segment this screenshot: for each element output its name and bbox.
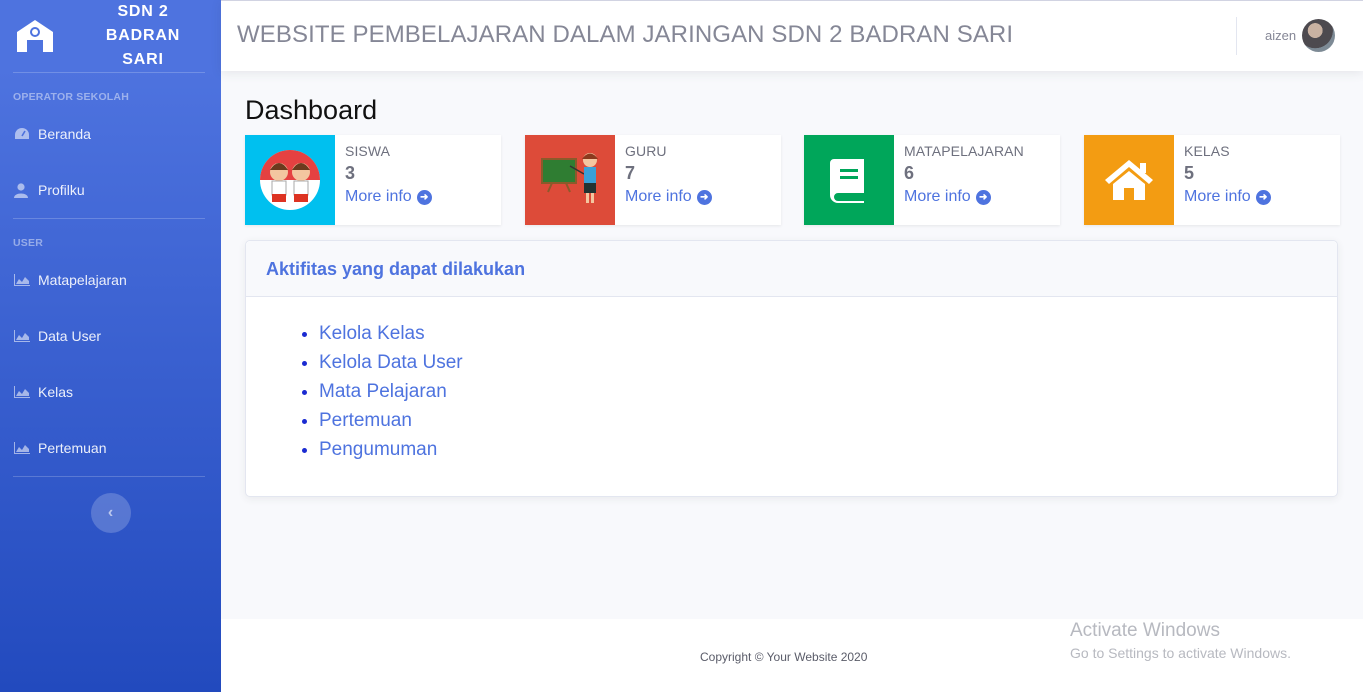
more-info-label: More info xyxy=(625,188,692,205)
sidebar-toggle-wrap: ‹ xyxy=(0,477,221,533)
info-card-siswa: SISWA 3 More info ➜ xyxy=(245,135,501,225)
home-icon xyxy=(1084,135,1174,225)
more-info-link[interactable]: More info ➜ xyxy=(1184,188,1271,206)
sidebar-toggle-button[interactable]: ‹ xyxy=(90,493,131,533)
info-card-matapelajaran: MATAPELAJARAN 6 More info ➜ xyxy=(804,135,1060,225)
chevron-left-icon: ‹ xyxy=(107,504,114,521)
sidebar-item-label: Kelas xyxy=(38,384,74,400)
sidebar: SDN 2 BADRAN SARI OPERATOR SEKOLAH Beran… xyxy=(0,0,221,692)
more-info-link[interactable]: More info ➜ xyxy=(345,188,432,206)
topbar: WEBSITE PEMBELAJARAN DALAM JARINGAN SDN … xyxy=(221,0,1363,71)
activities-list: Kelola Kelas Kelola Data User Mata Pelaj… xyxy=(246,297,1337,464)
activity-link-kelola-data-user[interactable]: Kelola Data User xyxy=(319,352,463,373)
activities-panel: Aktifitas yang dapat dilakukan Kelola Ke… xyxy=(245,240,1338,497)
brand-title: SDN 2 BADRAN SARI xyxy=(105,3,181,68)
arrow-circle-right-icon: ➜ xyxy=(696,189,712,205)
info-card-guru: GURU 7 More info ➜ xyxy=(525,135,781,225)
user-icon xyxy=(14,182,32,198)
sidebar-item-label: Matapelajaran xyxy=(38,272,127,288)
sidebar-item-kelas[interactable]: Kelas xyxy=(0,364,221,420)
sidebar-item-label: Beranda xyxy=(38,126,91,142)
list-item: Mata Pelajaran xyxy=(319,377,1337,406)
sidebar-item-beranda[interactable]: Beranda xyxy=(0,106,221,162)
list-item: Pengumuman xyxy=(319,435,1337,464)
user-name[interactable]: aizen xyxy=(1265,28,1296,43)
info-card-kelas: KELAS 5 More info ➜ xyxy=(1084,135,1340,225)
card-value: 5 xyxy=(1184,163,1195,183)
teacher-icon xyxy=(525,135,615,225)
activity-link-pertemuan[interactable]: Pertemuan xyxy=(319,410,412,431)
activity-link-mata-pelajaran[interactable]: Mata Pelajaran xyxy=(319,381,447,402)
more-info-label: More info xyxy=(345,188,412,205)
arrow-circle-right-icon: ➜ xyxy=(416,189,432,205)
area-chart-icon xyxy=(14,272,32,288)
page-title: Dashboard xyxy=(245,95,378,125)
sidebar-heading-user: USER xyxy=(13,237,43,249)
card-label: KELAS xyxy=(1184,143,1230,159)
arrow-circle-right-icon: ➜ xyxy=(975,189,991,205)
list-item: Kelola Kelas xyxy=(319,319,1337,348)
school-logo-icon xyxy=(12,13,58,59)
card-label: MATAPELAJARAN xyxy=(904,143,1024,159)
topbar-divider xyxy=(1236,17,1237,55)
sidebar-heading-operator: OPERATOR SEKOLAH xyxy=(13,91,129,103)
more-info-link[interactable]: More info ➜ xyxy=(625,188,712,206)
card-value: 6 xyxy=(904,163,915,183)
footer-copyright: Copyright © Your Website 2020 xyxy=(700,650,868,664)
sidebar-item-label: Pertemuan xyxy=(38,440,107,456)
students-icon xyxy=(245,135,335,225)
topbar-title: WEBSITE PEMBELAJARAN DALAM JARINGAN SDN … xyxy=(237,21,1014,48)
panel-title: Aktifitas yang dapat dilakukan xyxy=(246,241,1337,297)
sidebar-item-label: Data User xyxy=(38,328,102,344)
sidebar-brand[interactable]: SDN 2 BADRAN SARI xyxy=(0,0,221,72)
card-label: SISWA xyxy=(345,143,391,159)
sidebar-item-matapelajaran[interactable]: Matapelajaran xyxy=(0,252,221,308)
card-value: 7 xyxy=(625,163,636,183)
tachometer-icon xyxy=(14,126,32,142)
sidebar-item-pertemuan[interactable]: Pertemuan xyxy=(0,420,221,476)
more-info-label: More info xyxy=(904,188,971,205)
avatar[interactable] xyxy=(1302,19,1335,52)
sidebar-item-label: Profilku xyxy=(38,182,85,198)
card-label: GURU xyxy=(625,143,667,159)
sidebar-item-profilku[interactable]: Profilku xyxy=(0,162,221,218)
card-value: 3 xyxy=(345,163,356,183)
area-chart-icon xyxy=(14,384,32,400)
activity-link-kelola-kelas[interactable]: Kelola Kelas xyxy=(319,323,425,344)
book-icon xyxy=(804,135,894,225)
windows-watermark-title: Activate Windows xyxy=(1070,620,1220,641)
arrow-circle-right-icon: ➜ xyxy=(1255,189,1271,205)
windows-watermark-subtitle: Go to Settings to activate Windows. xyxy=(1070,645,1291,661)
area-chart-icon xyxy=(14,328,32,344)
activity-link-pengumuman[interactable]: Pengumuman xyxy=(319,439,437,460)
list-item: Kelola Data User xyxy=(319,348,1337,377)
more-info-link[interactable]: More info ➜ xyxy=(904,188,1024,206)
area-chart-icon xyxy=(14,440,32,456)
sidebar-item-data-user[interactable]: Data User xyxy=(0,308,221,364)
more-info-label: More info xyxy=(1184,188,1251,205)
list-item: Pertemuan xyxy=(319,406,1337,435)
